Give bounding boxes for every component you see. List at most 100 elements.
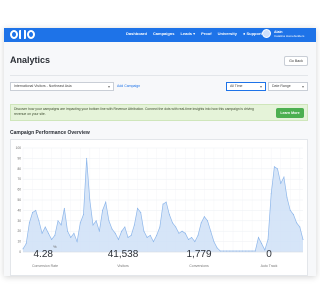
nav-item-proof[interactable]: Proof: [201, 31, 211, 36]
data-point: [102, 209, 104, 211]
data-point: [172, 222, 174, 224]
banner-text: Discover how your campaigns are impactin…: [14, 107, 254, 116]
data-point: [299, 226, 301, 228]
nav-item-campaigns[interactable]: Campaigns: [153, 31, 175, 36]
user-menu[interactable]: Alain Catalina Homebuilders: [262, 29, 304, 38]
data-point: [181, 230, 183, 232]
data-point: [92, 224, 94, 226]
data-point: [32, 211, 34, 213]
data-point: [197, 234, 199, 236]
data-point: [213, 241, 215, 243]
user-company: Catalina Homebuilders: [274, 33, 305, 38]
data-point: [124, 226, 126, 228]
data-point: [159, 226, 161, 228]
data-point: [57, 220, 59, 222]
stat-label: Visitors: [117, 264, 129, 268]
stat-label: Conversions: [189, 264, 209, 268]
stat-value: 4.28: [33, 249, 53, 260]
data-point: [38, 220, 40, 222]
stats-row: 4.28% Conversion Rate 41,538 Visitors 1,…: [4, 244, 316, 274]
data-point: [67, 230, 69, 232]
data-point: [194, 241, 196, 243]
data-point: [137, 207, 139, 209]
learn-more-button[interactable]: Learn More: [276, 108, 304, 118]
data-point: [70, 236, 72, 238]
stat-label: Conversion Rate: [31, 264, 59, 268]
stat-conversions: 1,779 Conversions: [160, 244, 238, 268]
data-point: [273, 166, 275, 168]
data-point: [121, 230, 123, 232]
data-point: [191, 236, 193, 238]
y-tick-label: 10: [17, 240, 21, 244]
main-nav: Dashboard Campaigns Leads Proof Universi…: [126, 31, 262, 36]
y-tick-label: 20: [17, 229, 21, 233]
data-point: [140, 211, 142, 213]
data-point: [152, 241, 154, 243]
y-tick-label: 40: [17, 208, 21, 212]
y-tick-label: 90: [17, 156, 21, 160]
data-point: [257, 236, 259, 238]
time-period-select[interactable]: All Time: [226, 82, 266, 91]
data-point: [270, 193, 272, 195]
data-point: [89, 199, 91, 201]
data-point: [210, 230, 212, 232]
data-point: [178, 232, 180, 234]
data-point: [289, 209, 291, 211]
stat-value: 41,538: [107, 249, 139, 260]
data-point: [54, 234, 56, 236]
nav-item-support-label: Support: [246, 31, 262, 36]
y-tick-label: 50: [17, 198, 21, 202]
stat-conversion-rate: 4.28% Conversion Rate: [6, 244, 84, 268]
nav-item-leads[interactable]: Leads: [180, 31, 195, 36]
go-back-button[interactable]: Go Back: [284, 56, 308, 66]
data-point: [133, 224, 135, 226]
divider: [10, 75, 308, 76]
data-point: [292, 214, 294, 216]
y-tick-label: 30: [17, 219, 21, 223]
data-point: [162, 203, 164, 205]
nav-item-support[interactable]: ● Support: [243, 31, 262, 36]
data-point: [51, 239, 53, 241]
data-point: [44, 226, 46, 228]
data-point: [105, 201, 107, 203]
data-point: [143, 230, 145, 232]
stat-value: 1,779: [186, 249, 212, 260]
stat-unit: %: [52, 244, 57, 249]
data-point: [98, 230, 100, 232]
data-point: [73, 232, 75, 234]
data-point: [79, 222, 81, 224]
y-tick-label: 100: [16, 146, 22, 150]
revenue-attribution-banner: Discover how your campaigns are impactin…: [10, 104, 308, 121]
nav-item-university[interactable]: University: [218, 31, 237, 36]
data-point: [82, 214, 84, 216]
add-campaign-link[interactable]: Add Campaign: [117, 84, 140, 88]
data-point: [302, 239, 304, 241]
data-point: [184, 232, 186, 234]
data-point: [203, 216, 205, 218]
data-point: [35, 209, 37, 211]
support-icon: ●: [242, 31, 246, 36]
y-tick-label: 80: [17, 167, 21, 171]
data-point: [60, 224, 62, 226]
data-point: [286, 197, 288, 199]
data-point: [111, 228, 113, 230]
brand-logo[interactable]: [10, 30, 35, 39]
page-title: Analytics: [10, 55, 51, 65]
stat-label: Auto Track: [260, 264, 278, 268]
main-content: Analytics Go Back International Visitors…: [4, 42, 316, 276]
y-tick-label: 70: [17, 177, 21, 181]
user-info: Alain Catalina Homebuilders: [274, 30, 304, 38]
data-point: [187, 239, 189, 241]
date-range-select[interactable]: Date Range: [268, 82, 308, 91]
data-point: [296, 222, 298, 224]
data-point: [63, 207, 65, 209]
data-point: [117, 239, 119, 241]
data-point: [200, 222, 202, 224]
data-point: [130, 234, 132, 236]
avatar: [262, 29, 271, 38]
campaign-select[interactable]: International Visitors - Northeast Asia: [10, 82, 114, 91]
nav-item-dashboard[interactable]: Dashboard: [126, 31, 147, 36]
y-tick-label: 60: [17, 188, 21, 192]
stat-visitors: 41,538 Visitors: [84, 244, 162, 268]
data-point: [149, 234, 151, 236]
